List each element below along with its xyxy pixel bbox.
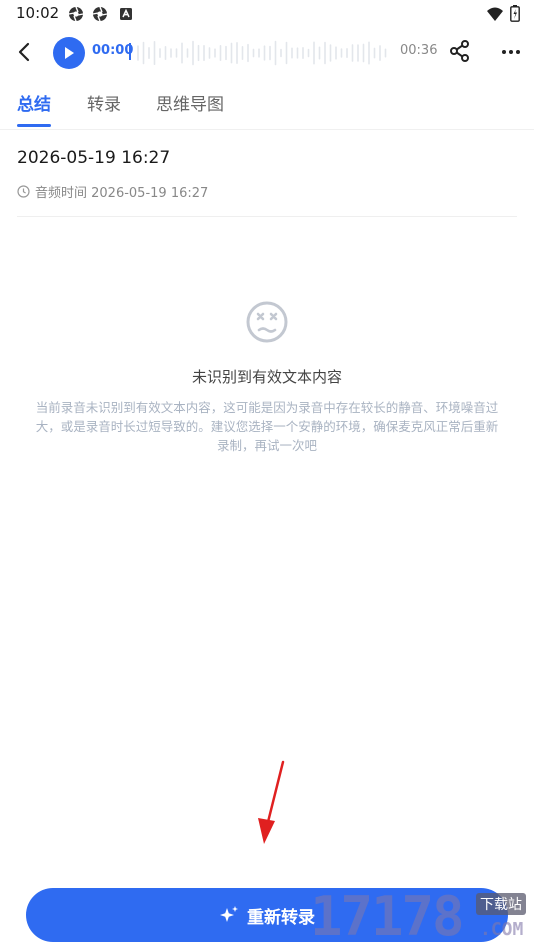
- dot: [516, 50, 520, 54]
- sad-face-icon: [246, 301, 288, 343]
- current-time: 00:00: [92, 43, 134, 58]
- record-meta-text: 音频时间 2026-05-19 16:27: [35, 186, 209, 201]
- dot: [509, 50, 513, 54]
- watermark: 17178 下载站 .COM: [310, 885, 534, 950]
- status-time: 10:02: [16, 4, 60, 22]
- tab-transcript[interactable]: 转录: [87, 90, 121, 115]
- tab-bar: 总结 转录 思维导图: [0, 84, 534, 130]
- divider: [17, 216, 517, 217]
- clock-icon: [17, 185, 30, 198]
- battery-icon: [510, 5, 520, 22]
- total-time: 00:36: [400, 43, 438, 58]
- record-meta: 音频时间 2026-05-19 16:27: [17, 182, 208, 201]
- empty-state-description: 当前录音未识别到有效文本内容，这可能是因为录音中存在较长的静音、环境噪音过大，或…: [35, 400, 499, 453]
- player-bar: 00:00 00:36: [0, 30, 534, 74]
- dot: [502, 50, 506, 54]
- waveform[interactable]: [136, 38, 392, 68]
- share-button[interactable]: [449, 39, 473, 65]
- play-icon: [65, 47, 74, 59]
- status-bar: 10:02: [0, 0, 534, 28]
- watermark-tag: 下载站: [476, 893, 526, 915]
- tab-mindmap[interactable]: 思维导图: [156, 90, 224, 115]
- playhead[interactable]: [129, 43, 131, 60]
- record-title: 2026-05-19 16:27: [17, 148, 171, 168]
- tab-summary[interactable]: 总结: [17, 90, 51, 115]
- wifi-icon: [487, 7, 503, 21]
- redo-transcribe-label: 重新转录: [247, 907, 315, 928]
- empty-state-title: 未识别到有效文本内容: [191, 368, 342, 386]
- back-button[interactable]: [12, 38, 36, 66]
- android-icon: [120, 8, 132, 20]
- sparkle-icon: [220, 906, 238, 922]
- aperture-icon: [92, 6, 108, 22]
- chevron-left-icon: [18, 42, 30, 62]
- annotation-arrow: [258, 760, 285, 844]
- more-button[interactable]: [499, 39, 523, 65]
- watermark-number: 17178: [310, 885, 465, 948]
- share-icon: [450, 40, 469, 62]
- play-button[interactable]: [53, 37, 85, 69]
- watermark-suffix: .COM: [480, 919, 524, 940]
- tab-indicator: [17, 124, 51, 127]
- aperture-icon: [68, 6, 84, 22]
